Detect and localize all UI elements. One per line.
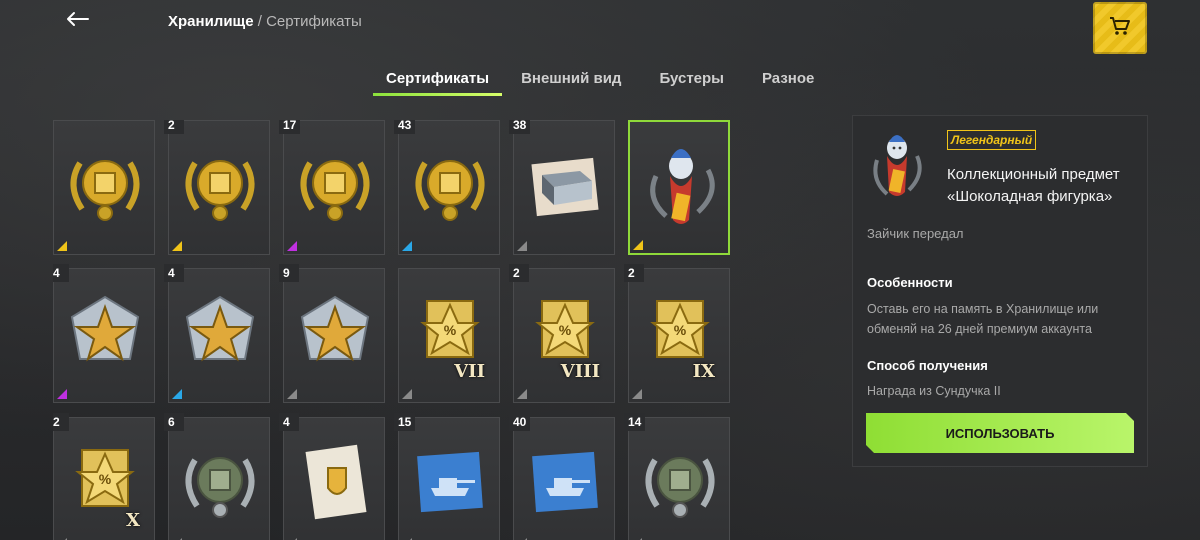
cart-icon <box>1109 16 1131 41</box>
shield-document-icon <box>290 432 380 532</box>
silver-star-emblem-icon <box>175 283 265 383</box>
rarity-corner-marker <box>172 389 182 399</box>
rarity-corner-marker <box>287 389 297 399</box>
item-card[interactable]: % VIII 2 <box>509 264 615 403</box>
category-tabs: Сертификаты Внешний вид Бустеры Разное <box>373 62 827 96</box>
count-badge: 15 <box>394 413 416 431</box>
item-card[interactable]: % X 2 <box>53 413 155 540</box>
count-badge: 2 <box>624 264 644 282</box>
item-details-panel: Легендарный Коллекционный предмет «Шокол… <box>852 115 1148 467</box>
tier-label: VII <box>454 361 485 382</box>
hangar-slot-icon <box>520 135 610 235</box>
rarity-corner-marker <box>633 240 643 250</box>
item-card[interactable]: 4 <box>53 264 155 403</box>
item-card[interactable] <box>628 120 730 255</box>
svg-text:%: % <box>674 322 687 338</box>
count-badge: 38 <box>509 120 531 134</box>
tab-appearance[interactable]: Внешний вид <box>508 62 634 94</box>
item-card[interactable]: 14 <box>624 413 730 540</box>
obtain-heading: Способ получения <box>867 358 988 373</box>
rarity-corner-marker <box>402 241 412 251</box>
count-badge: 6 <box>164 413 184 431</box>
gold-laurel-medal-icon <box>405 135 495 235</box>
rarity-corner-marker <box>172 241 182 251</box>
tier-label: X <box>126 510 140 531</box>
item-card[interactable]: 2 <box>164 120 270 255</box>
rarity-badge: Легендарный <box>947 130 1037 150</box>
breadcrumb: Хранилище / Сертификаты <box>168 13 362 30</box>
back-button[interactable] <box>60 6 94 36</box>
item-card[interactable]: 38 <box>509 120 615 255</box>
count-badge: 2 <box>53 413 69 431</box>
obtain-text: Награда из Сундучка II <box>867 384 1001 398</box>
tier-label: IX <box>692 361 715 382</box>
shop-cart-button[interactable] <box>1093 2 1147 54</box>
item-from: Зайчик передал <box>867 226 964 241</box>
count-badge: 2 <box>509 264 529 282</box>
item-card[interactable]: 4 <box>164 264 270 403</box>
silver-star-emblem-icon <box>290 283 380 383</box>
silver-star-emblem-icon <box>60 283 150 383</box>
rarity-corner-marker <box>517 389 527 399</box>
item-card[interactable]: % IX 2 <box>624 264 730 403</box>
breadcrumb-root[interactable]: Хранилище <box>168 13 254 30</box>
tab-certificates[interactable]: Сертификаты <box>373 62 503 96</box>
tier-label: VIII <box>560 361 600 382</box>
rarity-corner-marker <box>517 241 527 251</box>
svg-text:%: % <box>559 322 572 338</box>
use-button[interactable]: ИСПОЛЬЗОВАТЬ <box>866 413 1134 453</box>
svg-text:%: % <box>99 471 112 487</box>
count-badge: 14 <box>624 413 646 431</box>
svg-text:%: % <box>444 322 457 338</box>
rarity-corner-marker <box>57 241 67 251</box>
tank-blueprint-icon <box>520 432 610 532</box>
count-badge: 4 <box>279 413 299 431</box>
item-card[interactable]: 6 <box>164 413 270 540</box>
item-card[interactable]: % VII <box>398 268 500 403</box>
breadcrumb-current: Сертификаты <box>266 13 362 30</box>
count-badge: 2 <box>164 120 184 134</box>
item-card[interactable]: 15 <box>394 413 500 540</box>
tab-misc[interactable]: Разное <box>749 62 827 94</box>
tank-blueprint-icon <box>405 432 495 532</box>
count-badge: 9 <box>279 264 299 282</box>
rarity-corner-marker <box>57 389 67 399</box>
chocolate-santa-figure-icon <box>636 136 726 236</box>
count-badge: 43 <box>394 120 416 134</box>
gold-laurel-medal-icon <box>290 135 380 235</box>
item-card[interactable] <box>53 120 155 255</box>
arrow-left-icon <box>65 11 89 32</box>
features-heading: Особенности <box>867 275 953 290</box>
green-laurel-medal-icon <box>175 432 265 532</box>
count-badge: 4 <box>53 264 69 282</box>
count-badge: 17 <box>279 120 301 134</box>
count-badge: 40 <box>509 413 531 431</box>
item-card[interactable]: 4 <box>279 413 385 540</box>
rarity-corner-marker <box>632 389 642 399</box>
green-laurel-medal-icon <box>635 432 725 532</box>
features-text: Оставь его на память в Хранилище или обм… <box>867 302 1099 336</box>
gold-laurel-medal-icon <box>60 135 150 235</box>
item-title: Коллекционный предмет «Шоколадная фигурк… <box>947 166 1120 205</box>
item-card[interactable]: 40 <box>509 413 615 540</box>
chocolate-santa-figure-icon <box>869 130 925 204</box>
rarity-corner-marker <box>287 241 297 251</box>
count-badge: 4 <box>164 264 184 282</box>
tab-boosters[interactable]: Бустеры <box>646 62 737 94</box>
gold-laurel-medal-icon <box>175 135 265 235</box>
breadcrumb-separator: / <box>257 13 262 30</box>
item-card[interactable]: 17 <box>279 120 385 255</box>
item-card[interactable]: 43 <box>394 120 500 255</box>
certificates-grid: 2 17 43 38 4 4 9% VII% VIII 2% IX 2% X 2 6 4 15 40 14 <box>53 120 733 540</box>
item-card[interactable]: 9 <box>279 264 385 403</box>
rarity-corner-marker <box>402 389 412 399</box>
